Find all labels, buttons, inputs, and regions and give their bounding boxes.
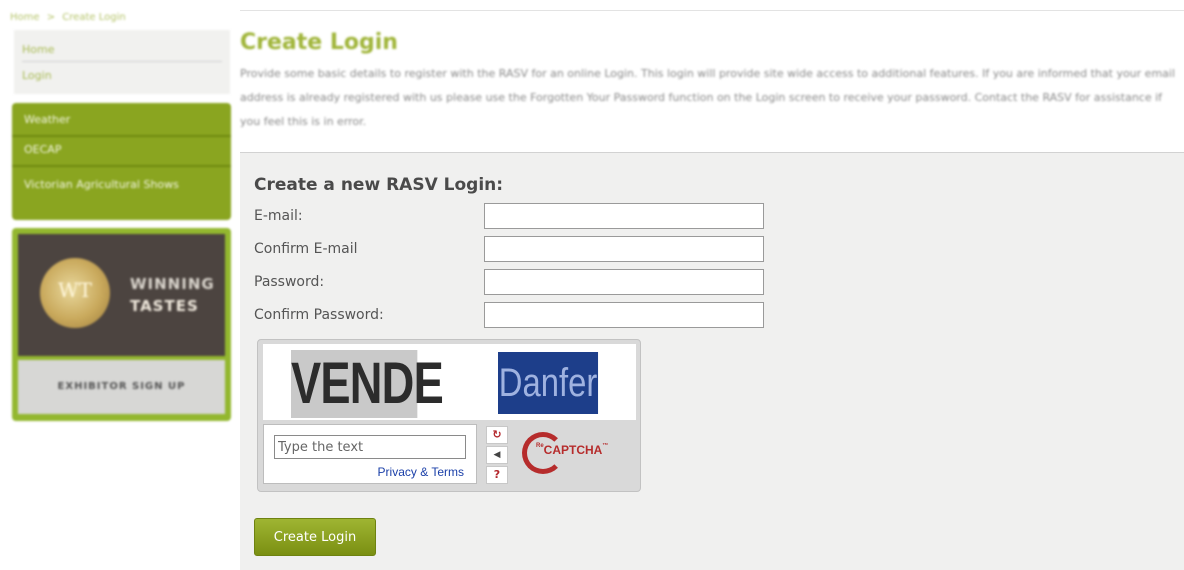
audio-icon[interactable]: ◀︎ xyxy=(486,446,508,464)
captcha-word-1: VENDE xyxy=(291,350,444,418)
sidebar-divider xyxy=(22,61,222,62)
confirm-password-label: Confirm Password: xyxy=(254,307,384,323)
recaptcha-logo: ReCAPTCHA™ xyxy=(522,430,612,478)
sidebar-item-weather[interactable]: Weather xyxy=(12,113,231,126)
sidebar-item-victorian-agricultural-shows[interactable]: Victorian Agricultural Shows xyxy=(12,173,192,197)
logo-monogram: WT xyxy=(58,278,92,302)
sidebar-item-oecap[interactable]: OECAP xyxy=(12,143,231,156)
winning-tastes-logo: WT xyxy=(40,258,110,328)
captcha-response-input[interactable] xyxy=(274,435,466,459)
sidebar-menu: Weather OECAP Victorian Agricultural Sho… xyxy=(12,103,231,220)
promo-banner[interactable]: WT WINNING TASTES xyxy=(18,234,225,356)
sidebar-links: Home Login xyxy=(14,30,230,94)
help-icon[interactable]: ? xyxy=(486,466,508,484)
breadcrumb: Home > Create Login xyxy=(10,12,130,23)
email-field[interactable] xyxy=(484,203,764,229)
recaptcha-trademark: ™ xyxy=(602,443,609,449)
reload-icon[interactable]: ↻ xyxy=(486,426,508,444)
intro-paragraph: Provide some basic details to register w… xyxy=(240,67,1176,128)
promo-title-line2: TASTES xyxy=(130,297,199,315)
captcha-controls: ↻ ◀︎ ? xyxy=(484,424,512,490)
recaptcha-widget: VENDE Danfer Privacy & Terms ↻ ◀︎ ? ReCA… xyxy=(257,339,641,492)
password-field[interactable] xyxy=(484,269,764,295)
header-divider xyxy=(240,10,1184,11)
recaptcha-brand: ReCAPTCHA™ xyxy=(536,443,608,457)
sidebar-link-login[interactable]: Login xyxy=(22,69,52,82)
breadcrumb-current: Create Login xyxy=(62,12,126,23)
confirm-email-label: Confirm E-mail xyxy=(254,241,358,257)
privacy-terms-link[interactable]: Privacy & Terms xyxy=(378,465,464,479)
password-label: Password: xyxy=(254,274,325,290)
captcha-response-box: Privacy & Terms xyxy=(263,424,477,484)
menu-separator xyxy=(12,135,231,137)
form-heading: Create a new RASV Login: xyxy=(254,175,504,195)
sidebar-link-home[interactable]: Home xyxy=(22,43,54,56)
email-label: E-mail: xyxy=(254,208,303,224)
captcha-word-2: Danfer xyxy=(498,352,599,414)
recaptcha-brand-prefix: Re xyxy=(536,443,544,449)
winning-tastes-promo[interactable]: WT WINNING TASTES EXHIBITOR SIGN UP xyxy=(12,228,231,421)
page-title: Create Login xyxy=(240,30,398,55)
breadcrumb-home[interactable]: Home xyxy=(10,12,40,23)
breadcrumb-separator: > xyxy=(46,12,56,23)
recaptcha-brand-name: CAPTCHA xyxy=(543,443,603,457)
promo-title-line1: WINNING xyxy=(130,275,215,293)
create-login-button[interactable]: Create Login xyxy=(254,518,376,556)
exhibitor-sign-up-button[interactable]: EXHIBITOR SIGN UP xyxy=(18,360,225,414)
captcha-image: VENDE Danfer xyxy=(263,344,636,420)
menu-separator xyxy=(12,165,231,167)
confirm-password-field[interactable] xyxy=(484,302,764,328)
confirm-email-field[interactable] xyxy=(484,236,764,262)
